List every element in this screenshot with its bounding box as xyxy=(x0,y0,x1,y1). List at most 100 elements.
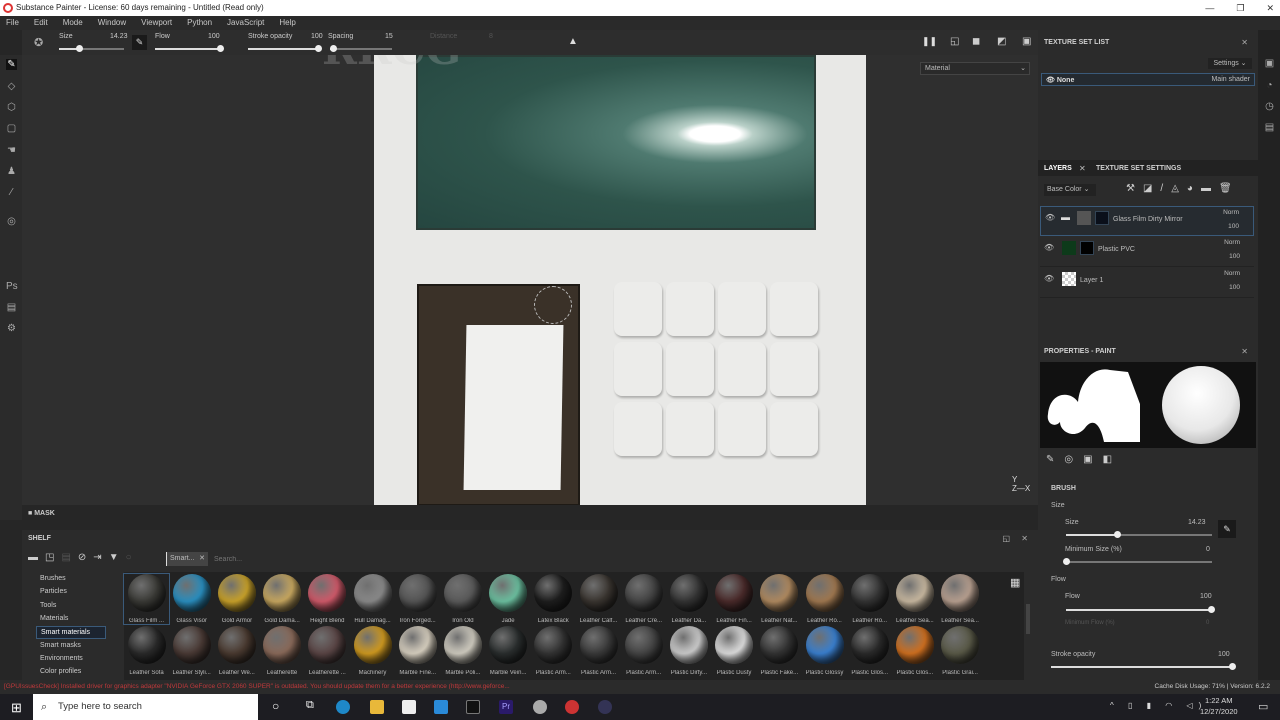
material-item[interactable]: Plastic Dirty... xyxy=(666,626,711,676)
filter-tag[interactable]: Smart... ✕ xyxy=(166,552,208,566)
material-item[interactable]: Leather Ro... xyxy=(802,574,847,624)
photoshop-icon[interactable]: Ps xyxy=(6,281,18,292)
symmetry-icon[interactable]: ▲ xyxy=(568,36,578,47)
task-view-icon[interactable]: ⧉ xyxy=(306,699,314,712)
display-settings-icon[interactable]: ▣ xyxy=(1264,58,1275,69)
shelf-category[interactable]: Color profiles xyxy=(40,668,81,675)
menu-window[interactable]: Window xyxy=(98,16,126,30)
color-picker-icon[interactable]: ⁄ xyxy=(6,187,17,198)
history-icon[interactable]: ◷ xyxy=(1264,101,1275,112)
add-folder-icon[interactable]: ▬ xyxy=(1201,183,1219,194)
stencil-tab-icon[interactable]: ▣ xyxy=(1083,454,1102,465)
notifications-icon[interactable]: ▭ xyxy=(1258,700,1268,713)
close-properties-icon[interactable]: ✕ xyxy=(1241,347,1248,356)
close-tab-icon[interactable]: ✕ xyxy=(1079,164,1086,173)
material-item[interactable]: Leather Cre... xyxy=(621,574,666,624)
visibility-eye-icon[interactable]: 👁 xyxy=(1044,243,1054,252)
material-item[interactable]: Jade xyxy=(486,574,531,624)
material-item[interactable]: Iron Old xyxy=(440,574,485,624)
smudge-tool-icon[interactable]: ☚ xyxy=(6,145,17,156)
delete-layer-icon[interactable]: 🗑 xyxy=(1219,183,1240,194)
material-item[interactable]: Plastic Arm... xyxy=(531,626,576,676)
material-item[interactable]: Leather Sea... xyxy=(892,574,937,624)
material-item[interactable]: Leather Ro... xyxy=(847,574,892,624)
material-item[interactable]: Gold Dama... xyxy=(260,574,305,624)
eraser-tool-icon[interactable]: ◇ xyxy=(6,81,17,92)
3d-viewport[interactable]: Material⌄ RRCG Y Z—X xyxy=(22,55,1038,520)
pause-icon[interactable]: ❚❚ xyxy=(922,36,937,47)
close-panel-icon[interactable]: ✕ xyxy=(1241,38,1248,47)
menu-file[interactable]: File xyxy=(6,16,19,30)
camera-view-icon[interactable]: ◱ xyxy=(950,36,959,47)
add-mask-icon[interactable]: ◪ xyxy=(1143,183,1160,194)
shader-settings-icon[interactable]: ◔ xyxy=(1264,80,1275,91)
material-item[interactable]: Plastic Grai... xyxy=(938,626,983,676)
mail-icon[interactable] xyxy=(434,700,448,714)
material-item[interactable]: Glass Film ... xyxy=(123,573,170,625)
maximize-button[interactable]: ❐ xyxy=(1236,0,1244,16)
settings-dropdown[interactable]: Settings ⌄ xyxy=(1208,58,1252,69)
save-icon[interactable]: ▤ xyxy=(61,552,77,563)
material-item[interactable]: Plastic Glossy xyxy=(802,626,847,676)
projection-tool-icon[interactable]: ⬡ xyxy=(6,102,17,113)
material-item[interactable]: Iron Forged... xyxy=(395,574,440,624)
material-item[interactable]: Gold Armor xyxy=(214,574,259,624)
blend-mode-dropdown[interactable]: Norm xyxy=(1224,239,1240,246)
tab-texture-set-settings[interactable]: TEXTURE SET SETTINGS xyxy=(1096,165,1181,172)
folder-icon[interactable]: ▬ xyxy=(28,552,45,563)
taskbar-search[interactable]: ⌕ Type here to search xyxy=(33,694,258,720)
material-item[interactable]: Plastic Dusty xyxy=(712,626,757,676)
material-item[interactable]: Glass Visor xyxy=(169,574,214,624)
material-item[interactable]: Leather We... xyxy=(214,626,259,676)
polygon-fill-icon[interactable]: ▢ xyxy=(6,123,17,134)
log-icon[interactable]: ▤ xyxy=(1264,122,1275,133)
app2-icon[interactable] xyxy=(598,700,612,714)
visibility-eye-icon[interactable]: 👁 xyxy=(1045,213,1055,222)
settings-icon[interactable]: ⚙ xyxy=(6,323,17,334)
material-item[interactable]: Marble Vein... xyxy=(486,626,531,676)
channel-dropdown[interactable]: Base Color ⌄ xyxy=(1044,184,1096,196)
shelf-category[interactable]: Materials xyxy=(40,615,68,622)
material-item[interactable]: Latex Black xyxy=(531,574,576,624)
system-tray[interactable]: ^ ▯ ▮ ◠ ◁) xyxy=(1110,701,1207,710)
brush-preset-icon[interactable]: ✪ xyxy=(34,36,43,49)
cortana-icon[interactable]: ○ xyxy=(272,699,279,713)
add-paint-layer-icon[interactable]: / xyxy=(1160,183,1171,194)
material-item[interactable]: Leather Sea... xyxy=(938,574,983,624)
store-icon[interactable] xyxy=(402,700,416,714)
visibility-eye-icon[interactable]: 👁 xyxy=(1044,274,1054,283)
app-icon[interactable] xyxy=(533,700,547,714)
export-icon[interactable]: ▤ xyxy=(6,302,17,313)
pen-pressure-icon[interactable]: ✎ xyxy=(132,35,147,50)
shelf-scrollbar[interactable] xyxy=(1026,604,1030,634)
mask-thumbnail[interactable] xyxy=(1095,211,1109,225)
size-pressure-icon[interactable]: ✎ xyxy=(1218,520,1236,538)
prop-stroke-opacity-slider[interactable] xyxy=(1051,663,1236,670)
layer-opacity[interactable]: 100 xyxy=(1228,223,1239,230)
undock-icon[interactable]: ◱ xyxy=(1002,534,1010,543)
material-item[interactable]: Leather Styli... xyxy=(169,626,214,676)
material-item[interactable]: Marble Fine... xyxy=(395,626,440,676)
shelf-search-input[interactable] xyxy=(214,552,414,566)
display-mode-icon[interactable]: ◼ xyxy=(972,36,980,47)
material-item[interactable]: Hull Damag... xyxy=(350,574,395,624)
grid-view-icon[interactable]: ▦ xyxy=(1010,576,1020,589)
blend-mode-dropdown[interactable]: Norm xyxy=(1223,209,1239,216)
material-item[interactable]: Marble Poli... xyxy=(440,626,485,676)
minimize-button[interactable]: — xyxy=(1205,0,1214,16)
screenshot-icon[interactable]: ▣ xyxy=(1022,36,1031,47)
add-fill-layer-icon[interactable]: ◬ xyxy=(1171,183,1187,194)
paint-tool-icon[interactable]: ✎ xyxy=(6,59,17,70)
material-tab-icon[interactable]: ◧ xyxy=(1103,454,1122,465)
menu-viewport[interactable]: Viewport xyxy=(141,16,172,30)
flow-slider[interactable] xyxy=(155,45,224,52)
file-explorer-icon[interactable] xyxy=(370,700,384,714)
layer-row[interactable]: 👁 Layer 1 Norm 100 xyxy=(1040,268,1254,298)
mask-toggle[interactable]: ■ MASK xyxy=(28,510,55,517)
layer-row[interactable]: 👁 Plastic PVC Norm 100 xyxy=(1040,237,1254,267)
menu-help[interactable]: Help xyxy=(279,16,295,30)
edge-icon[interactable] xyxy=(336,700,350,714)
terminal-icon[interactable] xyxy=(466,700,480,714)
layer-row[interactable]: 👁 ▬ Glass Film Dirty Mirror Norm 100 xyxy=(1040,206,1254,236)
add-smart-material-icon[interactable]: ◕ xyxy=(1187,183,1201,194)
